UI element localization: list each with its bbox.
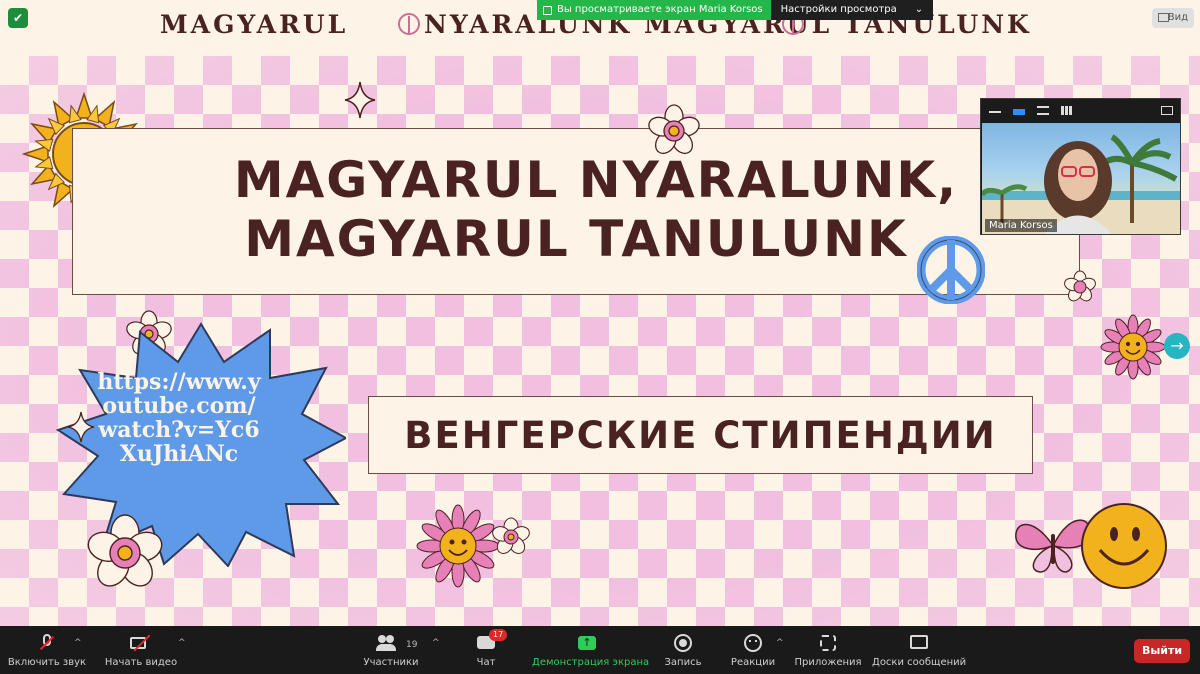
gallery-view-icon[interactable] [1061,106,1073,115]
participant-video: Maria Korsos [982,123,1180,234]
unmute-label: Включить звук [7,657,87,668]
microphone-muted-icon [36,633,58,653]
slide-subtitle-box: ВЕНГЕРСКИЕ СТИПЕНДИИ [368,396,1033,474]
exit-fullscreen-icon[interactable] [1161,106,1173,115]
participants-label: Участники [363,657,419,668]
participant-name-label: Maria Korsos [985,219,1057,232]
chat-bubble-icon: 17 [475,629,508,653]
slide-title-line1: MAGYARUL NYARALUNK, [233,151,959,209]
view-options-label: Настройки просмотра [780,4,897,15]
smiley-reaction-icon [742,633,764,653]
leave-meeting-button[interactable]: Выйти [1134,639,1190,663]
minimize-icon[interactable] [989,111,1001,113]
whiteboard-icon [908,633,930,653]
flower-sticker [1064,270,1096,302]
record-icon [672,633,694,653]
share-screen-label: Демонстрация экрана [532,657,650,668]
zoom-meeting-window: ✔ MAGYARUL NYARALUNK MAGYARUL TANULUNK В… [0,0,1200,674]
apps-label: Приложения [794,657,862,668]
chevron-down-icon: ⌄ [914,4,924,15]
record-button[interactable]: Запись [660,626,706,674]
meeting-toolbar: Включить звук ^ Начать видео ^ 19 Участн… [0,626,1200,674]
share-screen-button[interactable]: ↑ Демонстрация экрана [532,626,650,674]
smiley-flower-sticker [1100,314,1166,380]
whiteboards-button[interactable]: Доски сообщений [872,626,966,674]
peace-icon [398,13,420,35]
participant-video-tile[interactable]: Maria Korsos [980,98,1181,235]
view-button[interactable]: Вид [1152,8,1194,28]
participants-count: 19 [406,640,418,650]
audio-options-caret-icon[interactable]: ^ [74,638,82,648]
youtube-url-text: https://www.youtube.com/watch?v=Yc6XuJhi… [97,369,261,467]
security-shield-icon[interactable]: ✔ [8,8,28,28]
view-icon [1158,13,1169,22]
slide-subtitle: ВЕНГЕРСКИЕ СТИПЕНДИИ [404,413,997,457]
flower-sticker [648,104,700,155]
participants-caret-icon[interactable]: ^ [432,638,440,648]
unmute-button[interactable]: Включить звук [6,626,88,674]
start-video-button[interactable]: Начать видео [100,626,182,674]
reactions-caret-icon[interactable]: ^ [776,638,784,648]
split-view-icon[interactable] [1037,106,1049,115]
flower-sticker [492,517,530,554]
next-arrow-button[interactable]: → [1164,333,1190,359]
share-screen-arrow-icon: ↑ [576,633,598,653]
share-status-label: Вы просматриваете экран Maria Korsos [557,4,763,15]
reactions-label: Реакции [730,657,776,668]
smiley-face-sticker [1081,503,1167,589]
chat-label: Чат [476,657,496,668]
share-screen-icon [543,5,552,15]
apps-button[interactable]: Приложения [794,626,862,674]
peace-sign-sticker [917,236,985,304]
sparkle-icon [344,81,376,119]
participants-button[interactable]: 19 Участники [356,626,426,674]
video-options-caret-icon[interactable]: ^ [178,638,186,648]
participants-icon: 19 [376,633,417,653]
view-options-dropdown[interactable]: Настройки просмотра ⌄ [770,0,934,20]
video-tile-toolbar [981,99,1180,123]
apps-icon [817,633,839,653]
sparkle-icon [67,411,95,443]
chat-unread-badge: 17 [489,629,508,641]
flower-sticker [87,514,163,587]
video-frame-image [982,134,1180,234]
smiley-flower-sticker [416,504,500,588]
screen-share-bar: Вы просматриваете экран Maria Korsos Нас… [537,0,934,20]
view-button-label: Вид [1167,12,1188,23]
reactions-button[interactable]: Реакции [730,626,776,674]
chat-button[interactable]: 17 Чат [462,626,510,674]
whiteboards-label: Доски сообщений [872,657,967,668]
record-label: Запись [664,657,702,668]
video-camera-off-icon [130,633,152,653]
speaker-view-icon[interactable] [1013,109,1025,115]
banner-left-text: MAGYARUL [160,10,349,39]
viewing-share-status: Вы просматриваете экран Maria Korsos [537,0,771,20]
start-video-label: Начать видео [104,657,178,668]
arrow-right-icon: → [1170,336,1184,355]
